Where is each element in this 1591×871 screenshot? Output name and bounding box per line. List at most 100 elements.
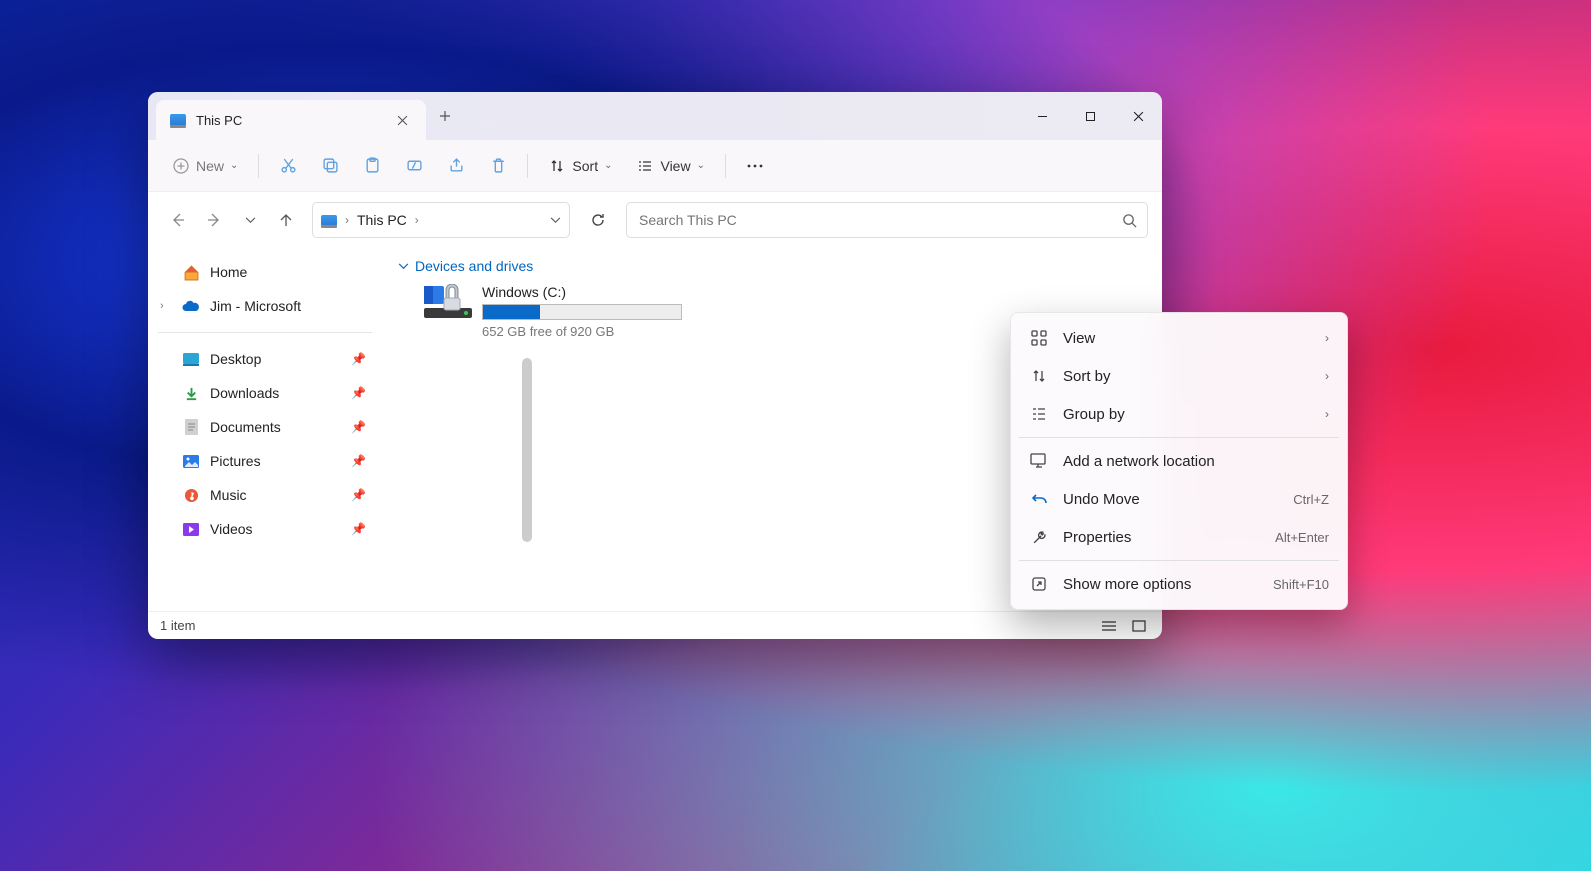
large-icons-view-button[interactable] [1128,617,1150,635]
sidebar-item-music[interactable]: Music 📌 [154,479,376,511]
rename-button[interactable] [395,151,433,181]
expand-icon [1029,574,1049,594]
breadcrumb-separator: › [345,213,349,227]
grid-icon [1029,328,1049,348]
share-button[interactable] [437,151,475,181]
sidebar-item-documents[interactable]: Documents 📌 [154,411,376,443]
scrollbar[interactable] [522,358,532,542]
paste-button[interactable] [353,151,391,181]
address-dropdown[interactable] [550,217,561,224]
home-icon [182,263,200,281]
status-bar: 1 item [148,611,1162,639]
pin-icon[interactable]: 📌 [351,522,366,536]
context-menu-show-more-options[interactable]: Show more options Shift+F10 [1017,565,1341,603]
sidebar-item-downloads[interactable]: Downloads 📌 [154,377,376,409]
chevron-right-icon[interactable]: › [160,300,164,312]
chevron-right-icon: › [1325,331,1329,345]
sort-button[interactable]: Sort ⌄ [538,151,622,181]
document-icon [182,418,200,436]
context-menu-properties[interactable]: Properties Alt+Enter [1017,518,1341,556]
context-menu-add-network-location[interactable]: Add a network location [1017,442,1341,480]
breadcrumb-separator: › [415,213,419,227]
address-row: › This PC › [148,192,1162,248]
maximize-button[interactable] [1066,92,1114,140]
sidebar: Home › Jim - Microsoft Desktop 📌 Downloa… [148,248,382,611]
trash-icon [489,157,507,175]
pin-icon[interactable]: 📌 [351,488,366,502]
rename-icon [405,157,423,175]
new-tab-button[interactable] [426,92,464,140]
group-header-devices[interactable]: Devices and drives [398,258,1146,274]
download-icon [182,384,200,402]
address-bar[interactable]: › This PC › [312,202,570,238]
up-button[interactable] [270,204,302,236]
sidebar-item-home[interactable]: Home [154,256,376,288]
undo-icon [1029,489,1049,509]
sidebar-item-desktop[interactable]: Desktop 📌 [154,343,376,375]
network-icon [1029,451,1049,471]
view-icon [636,157,654,175]
view-button[interactable]: View ⌄ [626,151,714,181]
back-button[interactable] [162,204,194,236]
pin-icon[interactable]: 📌 [351,454,366,468]
search-input[interactable] [637,211,1122,229]
forward-button[interactable] [198,204,230,236]
copy-button[interactable] [311,151,349,181]
chevron-down-icon: ⌄ [604,160,612,171]
context-menu-group-by[interactable]: Group by › [1017,395,1341,433]
video-icon [182,520,200,538]
sidebar-item-videos[interactable]: Videos 📌 [154,513,376,545]
delete-button[interactable] [479,151,517,181]
monitor-icon [321,215,337,226]
search-bar[interactable] [626,202,1148,238]
close-tab-button[interactable] [388,106,416,134]
titlebar: This PC [148,92,1162,140]
drive-name: Windows (C:) [482,284,682,300]
monitor-icon [170,114,186,126]
item-count: 1 item [160,618,195,633]
copy-icon [321,157,339,175]
share-icon [447,157,465,175]
tab-this-pc[interactable]: This PC [156,100,426,140]
scissors-icon [279,157,297,175]
drive-usage-bar [482,304,682,320]
context-menu-view[interactable]: View › [1017,319,1341,357]
cut-button[interactable] [269,151,307,181]
group-icon [1029,404,1049,424]
pin-icon[interactable]: 📌 [351,352,366,366]
new-button[interactable]: New ⌄ [162,151,248,181]
pin-icon[interactable]: 📌 [351,386,366,400]
music-icon [182,486,200,504]
more-button[interactable] [736,151,774,181]
breadcrumb-location[interactable]: This PC [357,212,407,228]
sort-icon [1029,366,1049,386]
sidebar-item-pictures[interactable]: Pictures 📌 [154,445,376,477]
drive-icon [424,284,472,318]
context-menu-undo-move[interactable]: Undo Move Ctrl+Z [1017,480,1341,518]
pin-icon[interactable]: 📌 [351,420,366,434]
picture-icon [182,452,200,470]
wrench-icon [1029,527,1049,547]
refresh-button[interactable] [580,202,616,238]
sort-icon [548,157,566,175]
details-view-button[interactable] [1098,617,1120,635]
chevron-down-icon[interactable] [398,263,409,270]
minimize-button[interactable] [1018,92,1066,140]
tab-title: This PC [196,113,378,128]
search-icon[interactable] [1122,213,1137,228]
chevron-right-icon: › [1325,369,1329,383]
window-controls [1018,92,1162,140]
ellipsis-icon [746,157,764,175]
clipboard-icon [363,157,381,175]
chevron-down-icon: ⌄ [230,160,238,171]
close-window-button[interactable] [1114,92,1162,140]
chevron-down-icon: ⌄ [697,160,705,171]
drive-free-text: 652 GB free of 920 GB [482,324,682,339]
chevron-right-icon: › [1325,407,1329,421]
recent-button[interactable] [234,204,266,236]
cloud-icon [182,297,200,315]
sidebar-item-onedrive[interactable]: › Jim - Microsoft [154,290,376,322]
plus-circle-icon [172,157,190,175]
context-menu-sort-by[interactable]: Sort by › [1017,357,1341,395]
desktop-icon [182,350,200,368]
